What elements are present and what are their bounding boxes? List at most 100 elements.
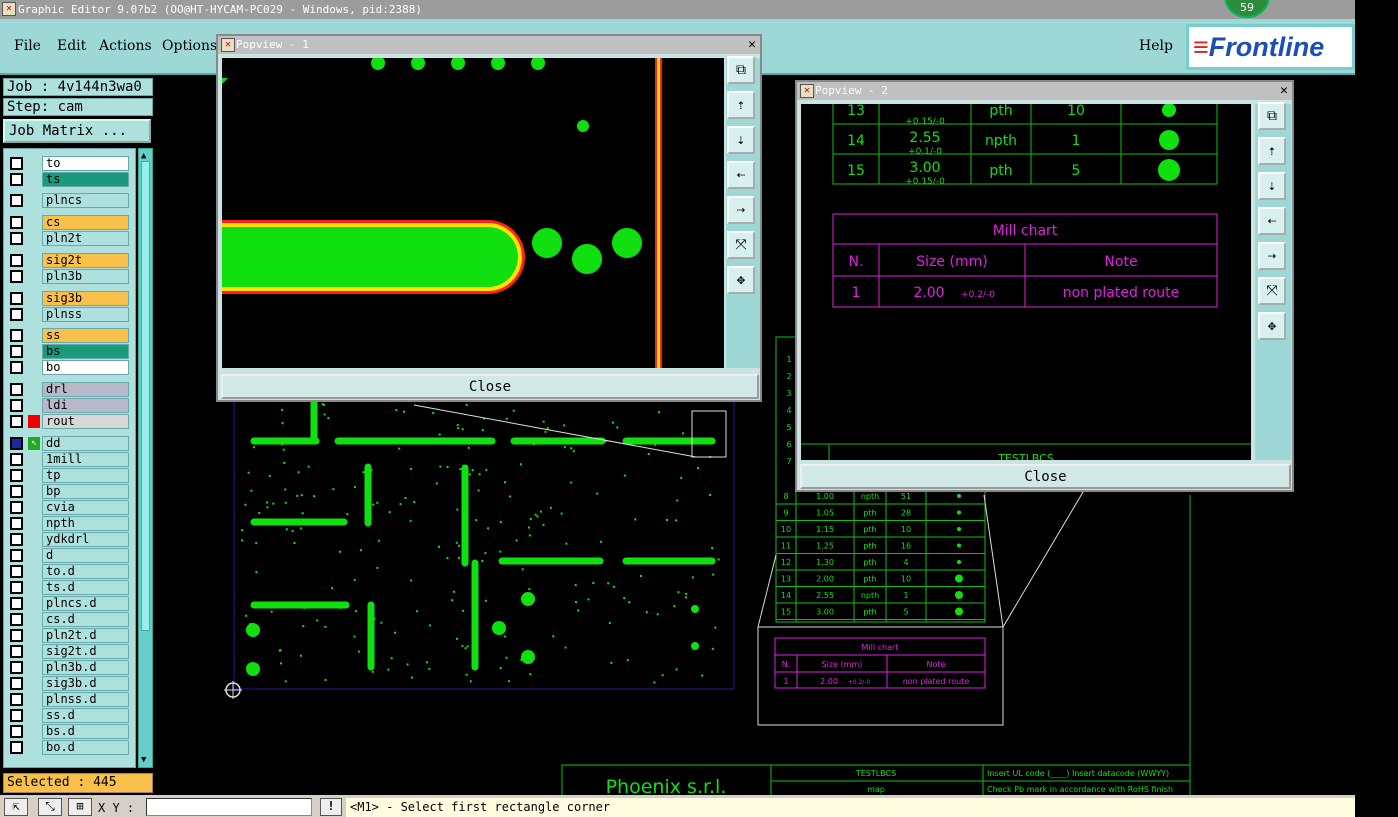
layer-row[interactable]: bs.d — [8, 724, 129, 739]
layer-name[interactable]: to.d — [42, 564, 129, 579]
layer-row[interactable]: pln3b.d — [8, 660, 129, 675]
layer-row[interactable]: npth — [8, 516, 129, 531]
layer-row[interactable]: bp — [8, 484, 129, 499]
layer-checkbox[interactable] — [10, 232, 23, 245]
layer-row[interactable]: cs.d — [8, 612, 129, 627]
popview-1-zoom-fit-icon[interactable]: ⤧ — [727, 231, 755, 259]
layer-name[interactable]: drl — [42, 382, 129, 397]
layer-checkbox[interactable] — [10, 361, 23, 374]
layer-checkbox[interactable] — [10, 254, 23, 267]
layer-row[interactable]: plncs.d — [8, 596, 129, 611]
layer-name[interactable]: cs.d — [42, 612, 129, 627]
layer-row[interactable]: ldi — [8, 398, 129, 413]
layer-checkbox[interactable] — [10, 517, 23, 530]
layer-name[interactable]: bo — [42, 360, 129, 375]
layer-name[interactable]: dd — [42, 436, 129, 451]
popview-1-canvas[interactable] — [222, 58, 724, 368]
layer-name[interactable]: sig2t — [42, 253, 129, 268]
layer-checkbox[interactable] — [10, 453, 23, 466]
layer-name[interactable]: ss — [42, 328, 129, 343]
layer-row[interactable]: pln2t.d — [8, 628, 129, 643]
layer-name[interactable]: bs.d — [42, 724, 129, 739]
layer-row[interactable]: to.d — [8, 564, 129, 579]
layer-name[interactable]: sig2t.d — [42, 644, 129, 659]
layer-name[interactable]: cvia — [42, 500, 129, 515]
layer-row[interactable]: ss — [8, 328, 129, 343]
popview-1-pan-down-icon[interactable]: ⇣ — [727, 126, 755, 154]
layer-row[interactable]: bo.d — [8, 740, 129, 755]
layer-checkbox[interactable] — [10, 709, 23, 722]
popview-1-titlebar[interactable]: ✕ Popview - 1 ✕ — [218, 36, 760, 54]
layer-row[interactable]: sig3b — [8, 291, 129, 306]
layer-name[interactable]: bp — [42, 484, 129, 499]
popview-2-pan-left-icon[interactable]: ⇠ — [1258, 207, 1286, 235]
popview-1-close-icon[interactable]: ✕ — [748, 36, 756, 54]
layer-name[interactable]: plnss — [42, 307, 129, 322]
layer-name[interactable]: ss.d — [42, 708, 129, 723]
layer-name[interactable]: plncs.d — [42, 596, 129, 611]
layer-checkbox[interactable] — [10, 399, 23, 412]
layer-row[interactable]: pln3b — [8, 269, 129, 284]
layer-checkbox[interactable] — [10, 597, 23, 610]
layer-checkbox[interactable] — [10, 677, 23, 690]
popview-2-zoom-fit-icon[interactable]: ⤧ — [1258, 277, 1286, 305]
layer-name[interactable]: ldi — [42, 398, 129, 413]
layer-checkbox[interactable] — [10, 565, 23, 578]
popview-2-close-button[interactable]: Close — [800, 464, 1291, 489]
layer-row[interactable]: cvia — [8, 500, 129, 515]
layer-checkbox[interactable] — [10, 173, 23, 186]
layer-checkbox[interactable] — [10, 194, 23, 207]
layer-checkbox[interactable] — [10, 693, 23, 706]
layer-name[interactable]: npth — [42, 516, 129, 531]
layer-name[interactable]: pln3b.d — [42, 660, 129, 675]
layer-checkbox[interactable] — [10, 345, 23, 358]
layer-checkbox[interactable] — [10, 469, 23, 482]
layer-checkbox[interactable] — [10, 437, 23, 450]
layer-name[interactable]: ts — [42, 172, 129, 187]
popview-2-zoom-extents-icon[interactable]: ✥ — [1258, 312, 1286, 340]
layer-row[interactable]: pln2t — [8, 231, 129, 246]
layer-row[interactable]: ts.d — [8, 580, 129, 595]
select-tool-icon[interactable]: ⇱ — [4, 798, 28, 816]
layer-row[interactable]: plncs — [8, 193, 129, 208]
popview-2-pan-right-icon[interactable]: ⇢ — [1258, 242, 1286, 270]
layer-checkbox[interactable] — [10, 270, 23, 283]
layer-row[interactable]: plnss — [8, 307, 129, 322]
layer-checkbox[interactable] — [10, 741, 23, 754]
menu-file[interactable]: File — [14, 38, 41, 54]
layer-row[interactable]: ts — [8, 172, 129, 187]
layer-row[interactable]: ss.d — [8, 708, 129, 723]
layer-checkbox[interactable] — [10, 533, 23, 546]
layer-row[interactable]: sig3b.d — [8, 676, 129, 691]
layer-row[interactable]: bs — [8, 344, 129, 359]
layer-checkbox[interactable] — [10, 157, 23, 170]
layer-checkbox[interactable] — [10, 629, 23, 642]
layer-row[interactable]: d — [8, 548, 129, 563]
alert-icon[interactable]: ! — [320, 798, 342, 816]
layer-checkbox[interactable] — [10, 329, 23, 342]
popview-2-titlebar[interactable]: ✕ Popview - 2 ✕ — [797, 82, 1292, 100]
menu-edit[interactable]: Edit — [57, 38, 86, 54]
job-matrix-button[interactable]: Job Matrix ... — [3, 119, 151, 143]
layer-row[interactable]: to — [8, 156, 129, 171]
layer-checkbox[interactable] — [10, 661, 23, 674]
layer-name[interactable]: plnss.d — [42, 692, 129, 707]
xy-input[interactable] — [146, 798, 312, 816]
layer-name[interactable]: plncs — [42, 193, 129, 208]
layer-name[interactable]: ydkdrl — [42, 532, 129, 547]
layer-name[interactable]: pln3b — [42, 269, 129, 284]
layer-checkbox[interactable] — [10, 415, 23, 428]
popview-1-pan-left-icon[interactable]: ⇠ — [727, 161, 755, 189]
layer-row[interactable]: 1mill — [8, 452, 129, 467]
layer-name[interactable]: to — [42, 156, 129, 171]
layer-name[interactable]: d — [42, 548, 129, 563]
measure-tool-icon[interactable]: ⤡ — [38, 798, 62, 816]
layer-checkbox[interactable] — [10, 549, 23, 562]
grid-tool-icon[interactable]: ⊞ — [68, 798, 92, 816]
layer-name[interactable]: tp — [42, 468, 129, 483]
app-icon[interactable]: ✕ — [2, 2, 16, 16]
layer-checkbox[interactable] — [10, 216, 23, 229]
layer-row[interactable]: drl — [8, 382, 129, 397]
layer-checkbox[interactable] — [10, 501, 23, 514]
layer-row[interactable]: rout — [8, 414, 129, 429]
